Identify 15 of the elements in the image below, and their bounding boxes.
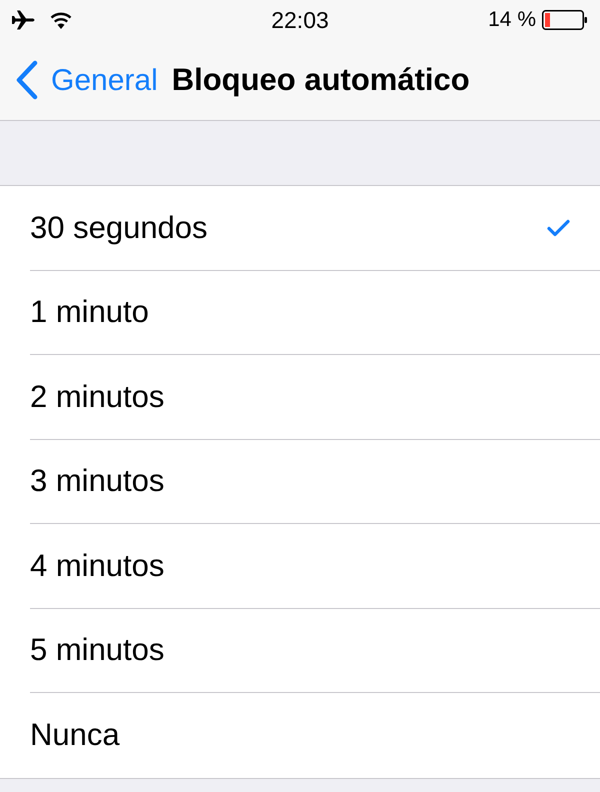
- option-label: 1 minuto: [30, 293, 150, 331]
- option-label: 2 minutos: [30, 378, 166, 416]
- option-label: Nunca: [30, 716, 121, 754]
- battery-percentage: 14 %: [488, 7, 536, 34]
- page-title: Bloqueo automático: [172, 60, 470, 99]
- option-label: 3 minutos: [30, 462, 166, 500]
- back-button[interactable]: General: [15, 58, 158, 102]
- chevron-left-icon: [15, 60, 39, 100]
- option-label: 4 minutos: [30, 546, 166, 584]
- option-label: 30 segundos: [30, 208, 209, 246]
- wifi-icon: [50, 12, 72, 28]
- battery-icon: [542, 10, 588, 30]
- option-label: 5 minutos: [30, 631, 166, 669]
- airplane-icon: [12, 10, 36, 30]
- status-time: 22:03: [270, 6, 330, 35]
